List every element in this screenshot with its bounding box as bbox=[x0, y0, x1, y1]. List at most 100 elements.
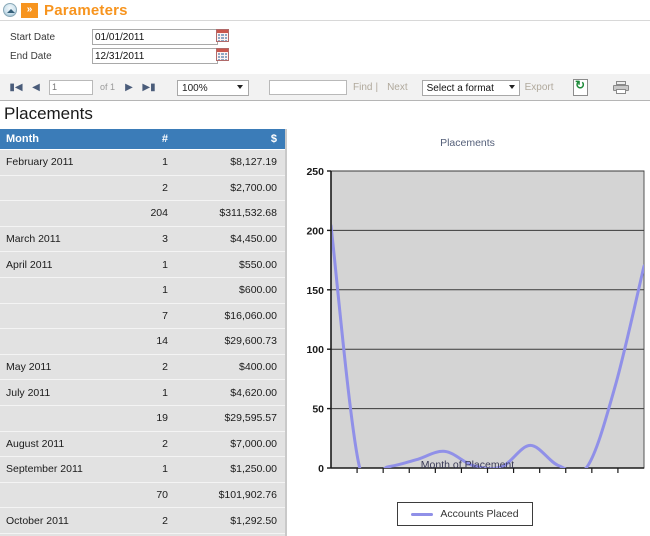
svg-text:50: 50 bbox=[312, 404, 324, 416]
table-row: 14 $29,600.73 bbox=[0, 329, 285, 355]
print-icon[interactable] bbox=[610, 77, 632, 97]
cell-amount: $7,000.00 bbox=[230, 437, 277, 450]
cell-count: 1 bbox=[162, 386, 168, 399]
table-row: October 2011 2 $1,292.50 bbox=[0, 508, 285, 534]
cell-amount: $4,620.00 bbox=[230, 386, 277, 399]
cell-count: 2 bbox=[162, 514, 168, 527]
cell-amount: $2,700.00 bbox=[230, 181, 277, 194]
cell-count: 3 bbox=[162, 233, 168, 246]
export-button[interactable]: Export bbox=[525, 82, 554, 93]
calendar-icon[interactable] bbox=[216, 29, 229, 42]
table-row: 7 $16,060.00 bbox=[0, 303, 285, 330]
start-date-label: Start Date bbox=[10, 32, 56, 43]
page-count-label: of 1 bbox=[100, 82, 116, 92]
cell-count: 1 bbox=[162, 463, 168, 476]
cell-count: 7 bbox=[162, 309, 168, 322]
parameters-panel: Start Date End Date bbox=[0, 20, 650, 75]
legend-swatch-accounts-placed bbox=[411, 512, 434, 516]
cell-month: August 2011 bbox=[6, 437, 65, 450]
cell-month: September 2011 bbox=[6, 463, 83, 476]
table-row: July 2011 1 $4,620.00 bbox=[0, 380, 285, 406]
legend-label-accounts-placed: Accounts Placed bbox=[440, 508, 519, 520]
report-viewer: » Parameters Start Date End Date ▮◀ ◀ of… bbox=[0, 0, 650, 536]
cell-count: 1 bbox=[162, 258, 168, 271]
find-button[interactable]: Find bbox=[353, 82, 372, 93]
cell-amount: $101,902.76 bbox=[218, 489, 277, 502]
cell-month: July 2011 bbox=[6, 386, 51, 399]
export-format-select[interactable]: Select a format bbox=[421, 80, 520, 97]
column-header-count: # bbox=[161, 133, 168, 145]
cell-month: May 2011 bbox=[6, 361, 52, 374]
first-page-icon[interactable]: ▮◀ bbox=[6, 77, 26, 97]
table-row: 1 $600.00 bbox=[0, 277, 285, 304]
page-number-input[interactable] bbox=[49, 79, 93, 95]
cell-amount: $29,600.73 bbox=[224, 335, 277, 348]
table-row: 2 $2,700.00 bbox=[0, 175, 285, 202]
table-header-row: Month # $ bbox=[0, 129, 285, 150]
cell-amount: $29,595.57 bbox=[224, 412, 277, 425]
cell-count: 70 bbox=[156, 489, 168, 502]
placements-chart: Placements 0 50 100 150 200 250 Month of Plac… bbox=[290, 129, 645, 529]
parameters-title: Parameters bbox=[44, 1, 128, 19]
cell-amount: $600.00 bbox=[239, 284, 277, 297]
expand-parameters-button[interactable]: » bbox=[21, 2, 38, 18]
cell-count: 204 bbox=[150, 207, 168, 220]
page-title: Placements bbox=[4, 104, 93, 123]
cell-amount: $1,292.50 bbox=[230, 514, 277, 527]
cell-amount: $400.00 bbox=[239, 361, 277, 374]
cell-count: 1 bbox=[162, 284, 168, 297]
placements-table: Month # $ February 2011 1 $8,127.19 2 $2,700… bbox=[0, 129, 285, 536]
cell-count: 14 bbox=[156, 335, 168, 348]
table-right-border bbox=[285, 129, 287, 536]
cell-month: April 2011 bbox=[6, 258, 53, 271]
last-page-icon[interactable]: ▶▮ bbox=[139, 77, 159, 97]
report-body: Placements Month # $ February 2011 1 $8,12… bbox=[0, 101, 650, 536]
table-row: February 2011 1 $8,127.19 bbox=[0, 150, 285, 176]
table-row: April 2011 1 $550.00 bbox=[0, 252, 285, 278]
table-row: March 2011 3 $4,450.00 bbox=[0, 226, 285, 253]
parameters-header: » Parameters bbox=[0, 0, 650, 20]
find-input[interactable] bbox=[269, 79, 348, 95]
cell-count: 2 bbox=[162, 181, 168, 194]
previous-page-icon[interactable]: ◀ bbox=[26, 77, 46, 97]
collapse-up-icon[interactable] bbox=[3, 3, 17, 17]
table-row: 204 $311,532.68 bbox=[0, 201, 285, 227]
cell-month: March 2011 bbox=[6, 233, 61, 246]
table-row: September 2011 1 $1,250.00 bbox=[0, 457, 285, 483]
cell-count: 2 bbox=[162, 361, 168, 374]
table-body: February 2011 1 $8,127.19 2 $2,700.00 204 $311… bbox=[0, 150, 285, 536]
zoom-select[interactable]: 100% bbox=[177, 80, 250, 97]
cell-amount: $4,450.00 bbox=[230, 233, 277, 246]
table-row: 70 $101,902.76 bbox=[0, 482, 285, 509]
end-date-input[interactable] bbox=[92, 48, 218, 64]
cell-count: 2 bbox=[162, 437, 168, 450]
find-next-separator: | bbox=[375, 81, 379, 93]
cell-count: 19 bbox=[156, 412, 168, 425]
cell-amount: $8,127.19 bbox=[230, 156, 277, 169]
column-header-month: Month bbox=[6, 133, 39, 145]
table-row: 19 $29,595.57 bbox=[0, 405, 285, 432]
cell-amount: $1,250.00 bbox=[230, 463, 277, 476]
cell-amount: $16,060.00 bbox=[224, 309, 277, 322]
svg-text:100: 100 bbox=[306, 344, 324, 356]
chart-x-axis-label: Month of Placement bbox=[420, 459, 515, 471]
cell-count: 1 bbox=[162, 156, 168, 169]
svg-text:200: 200 bbox=[306, 225, 324, 237]
svg-text:150: 150 bbox=[306, 285, 324, 297]
calendar-icon[interactable] bbox=[216, 48, 229, 61]
table-row: May 2011 2 $400.00 bbox=[0, 354, 285, 381]
cell-amount: $311,532.68 bbox=[219, 207, 277, 220]
cell-month: October 2011 bbox=[6, 514, 69, 527]
table-row: August 2011 2 $7,000.00 bbox=[0, 431, 285, 458]
cell-amount: $550.00 bbox=[239, 258, 277, 271]
find-next-button[interactable]: Next bbox=[387, 82, 408, 93]
refresh-icon[interactable] bbox=[570, 77, 592, 97]
report-toolbar: ▮◀ ◀ of 1 ▶ ▶▮ 100% Find | Next Select a… bbox=[0, 74, 650, 101]
end-date-label: End Date bbox=[10, 51, 52, 62]
chart-legend: Accounts Placed bbox=[397, 502, 533, 526]
start-date-input[interactable] bbox=[92, 29, 218, 45]
next-page-icon[interactable]: ▶ bbox=[119, 77, 139, 97]
svg-text:250: 250 bbox=[306, 166, 324, 178]
column-header-amount: $ bbox=[270, 133, 277, 145]
cell-month: February 2011 bbox=[6, 156, 74, 169]
